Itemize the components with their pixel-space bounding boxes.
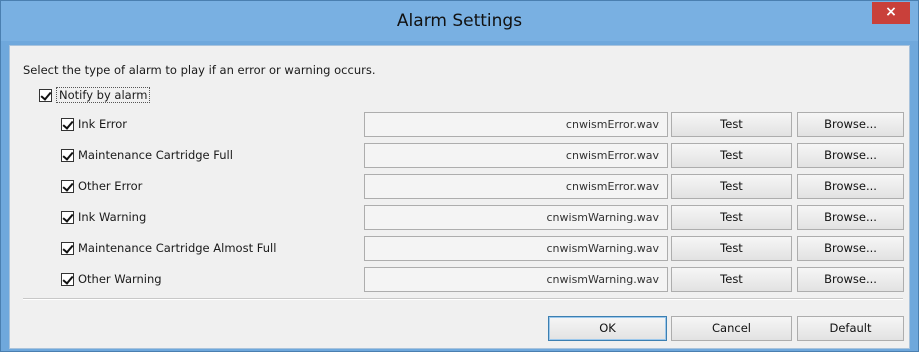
alarm-checkbox-other-warning[interactable]: Other Warning — [61, 270, 162, 288]
browse-button-other-error[interactable]: Browse... — [797, 174, 904, 199]
sound-file-field-other-warning[interactable]: cnwismWarning.wav — [364, 267, 668, 292]
test-button-maintenance-cartridge-almost-full[interactable]: Test — [671, 236, 792, 261]
instruction-text: Select the type of alarm to play if an e… — [23, 63, 376, 77]
checkbox-checked-icon[interactable] — [39, 88, 52, 102]
alarm-checkbox-maintenance-cartridge-full[interactable]: Maintenance Cartridge Full — [61, 146, 233, 164]
sound-file-field-other-error[interactable]: cnwismError.wav — [364, 174, 668, 199]
checkbox-checked-icon[interactable] — [61, 241, 74, 255]
alarm-label: Maintenance Cartridge Full — [78, 148, 233, 162]
browse-button-ink-warning[interactable]: Browse... — [797, 205, 904, 230]
close-icon: × — [885, 4, 897, 20]
close-button[interactable]: × — [872, 2, 910, 24]
checkbox-checked-icon[interactable] — [61, 148, 74, 162]
alarm-label: Other Error — [78, 179, 143, 193]
checkbox-checked-icon[interactable] — [61, 210, 74, 224]
alarm-checkbox-ink-warning[interactable]: Ink Warning — [61, 208, 146, 226]
sound-file-field-ink-error[interactable]: cnwismError.wav — [364, 112, 668, 137]
test-button-maintenance-cartridge-full[interactable]: Test — [671, 143, 792, 168]
footer-divider — [23, 298, 903, 300]
title-bar[interactable]: Alarm Settings × — [1, 1, 918, 41]
alarm-checkbox-ink-error[interactable]: Ink Error — [61, 115, 127, 133]
browse-button-maintenance-cartridge-almost-full[interactable]: Browse... — [797, 236, 904, 261]
sound-file-field-ink-warning[interactable]: cnwismWarning.wav — [364, 205, 668, 230]
window-title: Alarm Settings — [396, 11, 523, 31]
browse-button-maintenance-cartridge-full[interactable]: Browse... — [797, 143, 904, 168]
notify-by-alarm-checkbox[interactable]: Notify by alarm — [39, 86, 151, 104]
sound-file-field-maintenance-cartridge-almost-full[interactable]: cnwismWarning.wav — [364, 236, 668, 261]
checkbox-checked-icon[interactable] — [61, 272, 74, 286]
cancel-button[interactable]: Cancel — [671, 316, 792, 341]
test-button-ink-warning[interactable]: Test — [671, 205, 792, 230]
alarm-label: Maintenance Cartridge Almost Full — [78, 241, 277, 255]
ok-button[interactable]: OK — [548, 316, 667, 341]
test-button-other-error[interactable]: Test — [671, 174, 792, 199]
dialog-client-area: Select the type of alarm to play if an e… — [9, 45, 910, 349]
alarm-checkbox-other-error[interactable]: Other Error — [61, 177, 142, 195]
default-button[interactable]: Default — [797, 316, 904, 341]
test-button-other-warning[interactable]: Test — [671, 267, 792, 292]
alarm-label: Ink Error — [78, 117, 128, 131]
alarm-checkbox-maintenance-cartridge-almost-full[interactable]: Maintenance Cartridge Almost Full — [61, 239, 276, 257]
browse-button-other-warning[interactable]: Browse... — [797, 267, 904, 292]
alarm-settings-window: Alarm Settings × Select the type of alar… — [0, 0, 919, 352]
checkbox-checked-icon[interactable] — [61, 117, 74, 131]
alarm-label: Ink Warning — [78, 210, 147, 224]
alarm-label: Other Warning — [78, 272, 162, 286]
sound-file-field-maintenance-cartridge-full[interactable]: cnwismError.wav — [364, 143, 668, 168]
notify-by-alarm-label: Notify by alarm — [56, 87, 151, 103]
test-button-ink-error[interactable]: Test — [671, 112, 792, 137]
browse-button-ink-error[interactable]: Browse... — [797, 112, 904, 137]
checkbox-checked-icon[interactable] — [61, 179, 74, 193]
